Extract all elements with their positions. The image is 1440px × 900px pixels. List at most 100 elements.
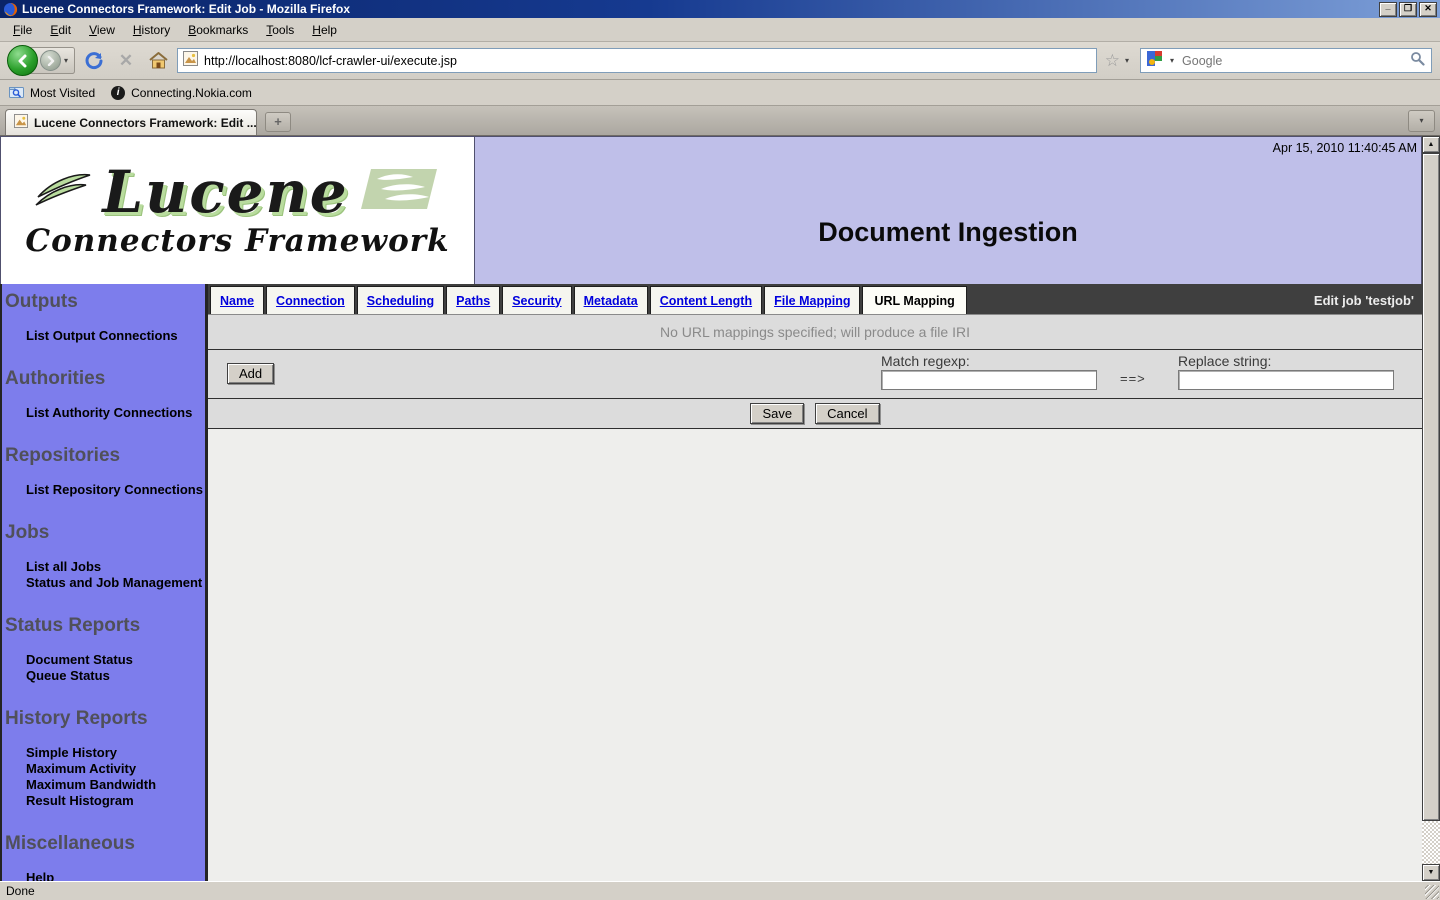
window-controls: _ ❐ ✕ (1379, 2, 1437, 17)
logo-title: Lucene (102, 163, 348, 221)
search-magnifier-icon[interactable] (1410, 51, 1425, 71)
bookmark-star-icon[interactable]: ☆ (1105, 51, 1120, 71)
sidebar-header: Miscellaneous (2, 833, 205, 855)
match-regexp-input[interactable] (881, 370, 1097, 390)
history-nav-group: ▾ (8, 47, 75, 74)
history-dropdown-icon[interactable]: ▾ (61, 56, 71, 65)
sidebar-link-list-output-connections[interactable]: List Output Connections (2, 328, 205, 344)
sidebar-header: Authorities (2, 368, 205, 390)
stop-button[interactable]: ✕ (113, 48, 139, 74)
menu-file[interactable]: File (4, 19, 41, 41)
restore-button[interactable]: ❐ (1399, 2, 1417, 17)
tab-security[interactable]: Security (502, 286, 571, 314)
sidebar-header: Status Reports (2, 615, 205, 637)
sidebar-header: Repositories (2, 445, 205, 467)
replace-string-label: Replace string: (1178, 353, 1394, 369)
lucene-logo: Lucene Connectors Framework (1, 137, 475, 284)
tab-metadata[interactable]: Metadata (574, 286, 648, 314)
save-cancel-row: Save Cancel (208, 399, 1422, 429)
sidebar-link-status-job-management[interactable]: Status and Job Management (2, 575, 205, 591)
sidebar-link-queue-status[interactable]: Queue Status (2, 668, 205, 684)
bookmark-dropdown-icon[interactable]: ▾ (1122, 56, 1132, 65)
close-button[interactable]: ✕ (1419, 2, 1437, 17)
tab-favicon (14, 114, 28, 131)
tab-connection[interactable]: Connection (266, 286, 355, 314)
menu-view[interactable]: View (80, 19, 124, 41)
tab-url-mapping-active[interactable]: URL Mapping (862, 286, 966, 314)
new-tab-button[interactable]: + (265, 112, 291, 132)
bookmark-most-visited[interactable]: Most Visited (9, 85, 95, 101)
logo-subtitle: Connectors Framework (25, 223, 449, 259)
forward-button[interactable] (40, 50, 61, 71)
mapping-arrow: ==> (1120, 371, 1146, 386)
scroll-down-icon[interactable]: ▼ (1422, 864, 1440, 881)
stop-icon: ✕ (119, 51, 133, 71)
search-input[interactable] (1182, 54, 1405, 68)
sidebar: Outputs List Output Connections Authorit… (0, 284, 208, 881)
bookmarks-toolbar: Most Visited i Connecting.Nokia.com (0, 80, 1440, 106)
cancel-button[interactable]: Cancel (815, 403, 879, 424)
search-engine-dropdown-icon[interactable]: ▾ (1167, 56, 1177, 65)
tab-name[interactable]: Name (210, 286, 264, 314)
bookmark-label: Most Visited (30, 86, 95, 100)
browser-tab-active[interactable]: Lucene Connectors Framework: Edit ... (5, 109, 257, 135)
sidebar-header: Outputs (2, 291, 205, 313)
sidebar-link-list-authority-connections[interactable]: List Authority Connections (2, 405, 205, 421)
sidebar-link-maximum-activity[interactable]: Maximum Activity (2, 761, 205, 777)
add-button[interactable]: Add (227, 363, 274, 384)
tab-title: Lucene Connectors Framework: Edit ... (34, 116, 257, 130)
list-all-tabs-button[interactable]: ▾ (1408, 110, 1435, 132)
sidebar-section-jobs: Jobs List all Jobs Status and Job Manage… (2, 522, 205, 591)
reload-button[interactable] (81, 48, 107, 74)
tab-scheduling[interactable]: Scheduling (357, 286, 444, 314)
document-hand-icon (357, 165, 441, 218)
menu-bookmarks[interactable]: Bookmarks (179, 19, 257, 41)
tab-paths[interactable]: Paths (446, 286, 500, 314)
scroll-up-icon[interactable]: ▲ (1422, 136, 1440, 153)
page-title: Document Ingestion (475, 217, 1421, 248)
main-panel: Name Connection Scheduling Paths Securit… (208, 284, 1422, 881)
browser-tab-bar: Lucene Connectors Framework: Edit ... + … (0, 106, 1440, 135)
sidebar-header: Jobs (2, 522, 205, 544)
replace-string-field-group: Replace string: (1178, 353, 1394, 390)
page-body: Outputs List Output Connections Authorit… (0, 284, 1422, 881)
back-button[interactable] (7, 45, 38, 76)
resize-grip[interactable] (1425, 885, 1439, 899)
sidebar-link-maximum-bandwidth[interactable]: Maximum Bandwidth (2, 777, 205, 793)
menu-edit[interactable]: Edit (41, 19, 80, 41)
home-button[interactable] (145, 48, 171, 74)
bookmark-label: Connecting.Nokia.com (131, 86, 252, 100)
sidebar-section-miscellaneous: Miscellaneous Help (2, 833, 205, 881)
content-background (208, 429, 1422, 881)
sidebar-section-authorities: Authorities List Authority Connections (2, 368, 205, 421)
sidebar-link-result-histogram[interactable]: Result Histogram (2, 793, 205, 809)
sidebar-section-status-reports: Status Reports Document Status Queue Sta… (2, 615, 205, 684)
sidebar-link-document-status[interactable]: Document Status (2, 652, 205, 668)
job-tab-strip: Name Connection Scheduling Paths Securit… (208, 284, 1422, 314)
match-regexp-field-group: Match regexp: (881, 353, 1097, 390)
title-bar: Lucene Connectors Framework: Edit Job - … (0, 0, 1440, 18)
url-input[interactable] (204, 54, 1091, 68)
sidebar-link-list-all-jobs[interactable]: List all Jobs (2, 559, 205, 575)
tab-content-length[interactable]: Content Length (650, 286, 762, 314)
tab-file-mapping[interactable]: File Mapping (764, 286, 860, 314)
page-viewport: Lucene Connectors Framework (0, 135, 1440, 881)
search-bar: ▾ (1140, 48, 1432, 73)
edit-job-label: Edit job 'testjob' (1314, 293, 1422, 308)
sidebar-link-list-repository-connections[interactable]: List Repository Connections (2, 482, 205, 498)
minimize-button[interactable]: _ (1379, 2, 1397, 17)
save-button[interactable]: Save (750, 403, 804, 424)
menu-help[interactable]: Help (303, 19, 346, 41)
menu-history[interactable]: History (124, 19, 179, 41)
scrollbar-thumb[interactable] (1422, 153, 1440, 821)
menu-tools[interactable]: Tools (257, 19, 303, 41)
url-bar (177, 48, 1097, 73)
bookmark-connecting-nokia[interactable]: i Connecting.Nokia.com (111, 86, 252, 100)
sidebar-link-help[interactable]: Help (2, 870, 205, 881)
timestamp: Apr 15, 2010 11:40:45 AM (1273, 141, 1417, 155)
page-content: Lucene Connectors Framework (0, 136, 1422, 881)
most-visited-folder-icon (9, 85, 24, 101)
firefox-icon (3, 2, 18, 17)
sidebar-link-simple-history[interactable]: Simple History (2, 745, 205, 761)
replace-string-input[interactable] (1178, 370, 1394, 390)
